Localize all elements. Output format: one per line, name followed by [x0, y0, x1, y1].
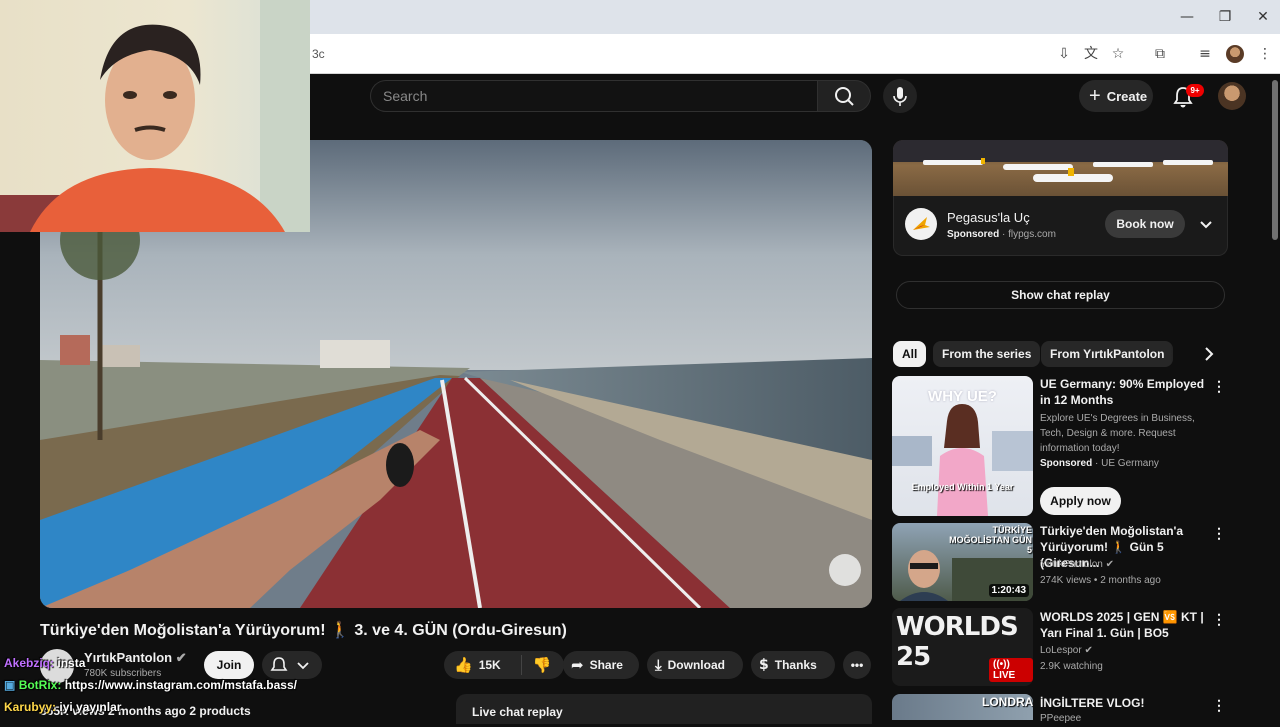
search-input[interactable]: Search	[370, 80, 817, 112]
card-thumbnail[interactable]: WORLDS 25 ((•)) LIVE	[892, 608, 1033, 686]
thumb-caption: Employed Within 1 Year	[911, 482, 1014, 492]
minimize-icon[interactable]: —	[1172, 6, 1202, 28]
install-app-icon[interactable]: ⇩	[1053, 44, 1075, 64]
thumbs-down-icon: 👎	[532, 656, 552, 674]
address-bar[interactable]: 3c	[300, 40, 1040, 68]
search-button[interactable]	[817, 80, 871, 112]
chip-from-the-series[interactable]: From the series	[933, 341, 1041, 367]
chat-text: https://www.instagram.com/mstafa.bass/	[64, 678, 297, 692]
chat-message: Akebziq: insta	[4, 656, 86, 670]
more-actions-button[interactable]: •••	[843, 651, 871, 679]
card-sponsored-line: Sponsored · UE Germany	[1040, 458, 1159, 469]
account-avatar[interactable]	[1218, 82, 1246, 110]
media-control-icon[interactable]: ≡	[1194, 44, 1216, 64]
dislike-button[interactable]: 👎	[522, 656, 562, 674]
verified-icon: ✔	[1105, 559, 1114, 570]
card-title[interactable]: UE Germany: 90% Employed in 12 Months	[1040, 376, 1212, 408]
search-placeholder: Search	[383, 88, 428, 104]
thanks-label: Thanks	[774, 658, 817, 672]
bell-icon	[270, 657, 309, 671]
chip-all[interactable]: All	[893, 341, 927, 367]
chevron-right-icon[interactable]	[1198, 343, 1220, 365]
share-button[interactable]: ➦ Share	[563, 651, 639, 679]
notification-count-badge: 9+	[1186, 84, 1204, 97]
share-label: Share	[589, 658, 623, 672]
chat-text: iyi yayınlar	[59, 700, 122, 714]
like-dislike-group: 👍 15K 👎	[444, 651, 564, 679]
microphone-icon	[893, 87, 907, 106]
plus-icon: +	[1089, 85, 1101, 107]
restore-icon[interactable]: ❐	[1210, 6, 1240, 28]
ad-title[interactable]: Pegasus'la Uç	[947, 210, 1030, 225]
more-vertical-icon[interactable]: ⋮	[1212, 610, 1226, 628]
download-button[interactable]: ⤓ Download	[647, 651, 743, 679]
apply-now-button[interactable]: Apply now	[1040, 487, 1121, 515]
more-vertical-icon[interactable]: ⋮	[1212, 696, 1226, 714]
search-icon	[835, 87, 854, 106]
card-description: Explore UE's Degrees in Business, Tech, …	[1040, 413, 1195, 454]
thumb-text: TÜRKİYE MOĞOLİSTAN GÜN 5	[949, 525, 1032, 555]
more-horizontal-icon: •••	[850, 658, 864, 672]
thumbs-up-icon: 👍	[454, 656, 473, 674]
card-channel[interactable]: PPeepee	[1040, 711, 1081, 727]
like-count: 15K	[478, 658, 501, 672]
card-thumbnail[interactable]: TÜRKİYE MOĞOLİSTAN GÜN 5 1:20:43	[892, 523, 1033, 601]
video-duration: 1:20:43	[988, 584, 1029, 597]
join-button[interactable]: Join	[204, 651, 254, 679]
airplanes-image	[893, 140, 1228, 182]
card-thumbnail[interactable]: LONDRA	[892, 694, 1033, 720]
more-vertical-icon[interactable]: ⋮	[1212, 377, 1226, 395]
card-title[interactable]: İNGİLTERE VLOG!	[1040, 695, 1212, 711]
address-text: 3c	[312, 47, 325, 61]
bookmark-star-icon[interactable]: ☆	[1107, 44, 1129, 64]
live-badge: ((•)) LIVE	[989, 658, 1033, 682]
close-window-icon[interactable]: ✕	[1248, 6, 1278, 28]
card-title[interactable]: WORLDS 2025 | GEN 🆚 KT | Yarı Final 1. G…	[1040, 609, 1212, 641]
video-title: Türkiye'den Moğolistan'a Yürüyorum! 🚶 3.…	[40, 622, 567, 639]
thanks-button[interactable]: $ Thanks	[751, 651, 835, 679]
card-channel[interactable]: LoLespor ✔	[1040, 643, 1093, 659]
card-meta: 274K views • 2 months ago	[1040, 575, 1161, 586]
extensions-icon[interactable]: ⧉	[1149, 44, 1171, 64]
create-label: Create	[1106, 88, 1148, 104]
verified-icon: ✔	[1084, 645, 1093, 656]
chat-username: Akebziq	[4, 656, 51, 670]
subscription-bell-button[interactable]	[262, 651, 322, 679]
show-chat-replay-button[interactable]: Show chat replay	[896, 281, 1225, 309]
channel-name[interactable]: YırtıkPantolon ✔	[84, 650, 187, 666]
share-icon: ➦	[571, 656, 584, 674]
chip-fade	[1170, 341, 1192, 367]
chat-message: ▣ BotRix: https://www.instagram.com/msta…	[4, 678, 297, 692]
webcam-overlay	[0, 0, 310, 232]
download-label: Download	[667, 658, 725, 672]
verified-icon: ✔	[175, 650, 187, 665]
card-channel[interactable]: YırtıkPantolon ✔	[1040, 557, 1114, 573]
download-icon: ⤓	[655, 656, 662, 674]
ad-sponsored-line: Sponsored · flypgs.com	[947, 229, 1056, 240]
ad-banner-image[interactable]	[893, 140, 1228, 196]
like-button[interactable]: 👍 15K	[444, 655, 522, 675]
voice-search-button[interactable]	[883, 79, 917, 113]
profile-avatar[interactable]	[1226, 45, 1244, 63]
card-meta: 2.9K watching	[1040, 661, 1103, 672]
translate-icon[interactable]: 文	[1080, 44, 1102, 64]
card-thumbnail[interactable]: WHY UE? Employed Within 1 Year	[892, 376, 1033, 516]
chat-text: insta	[57, 656, 86, 670]
thumb-text: LONDRA	[982, 695, 1033, 709]
chat-username: Karubyy	[4, 700, 53, 714]
chip-from-channel[interactable]: From YırtıkPantolon	[1041, 341, 1174, 367]
person-image	[892, 404, 1033, 516]
page-scrollbar-thumb[interactable]	[1272, 80, 1278, 240]
create-button[interactable]: + Create	[1079, 80, 1153, 112]
pegasus-logo-icon	[905, 208, 937, 240]
chat-message: Karubyy: iyi yayınlar	[4, 700, 122, 714]
streamer-webcam-image	[0, 0, 310, 232]
super-thanks-icon: $	[759, 657, 769, 673]
bot-badge-icon: ▣	[4, 678, 16, 692]
more-vertical-icon[interactable]: ⋮	[1212, 524, 1226, 542]
chat-username: BotRix	[18, 678, 58, 692]
chevron-down-icon[interactable]	[1198, 216, 1214, 232]
browser-menu-icon[interactable]: ⋮	[1254, 44, 1276, 64]
book-now-button[interactable]: Book now	[1105, 210, 1185, 238]
